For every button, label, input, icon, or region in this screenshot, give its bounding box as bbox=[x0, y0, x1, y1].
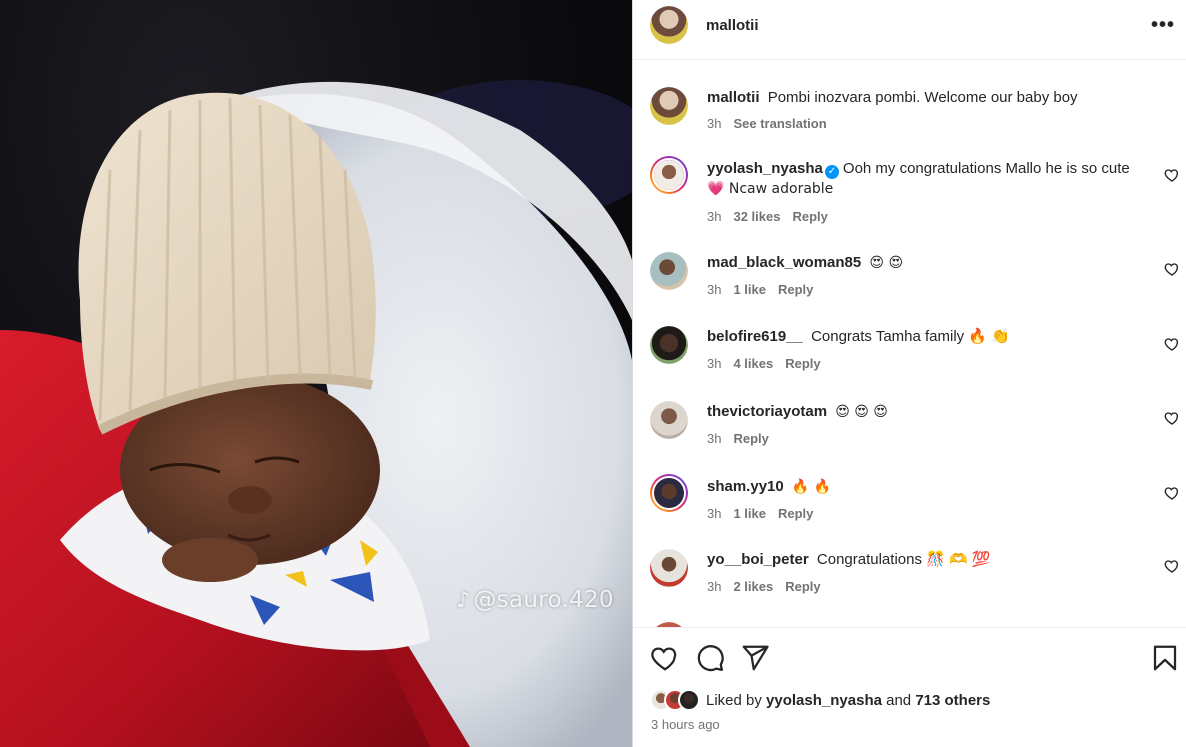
commenter-avatar[interactable] bbox=[650, 156, 688, 194]
comment-likes[interactable]: 4 likes bbox=[733, 356, 773, 371]
commenter-username[interactable]: thevictoriayotam bbox=[707, 403, 827, 420]
caption-text: Pombi inozvara pombi. Welcome our baby b… bbox=[767, 89, 1078, 106]
comment-text: 🔥 🔥 bbox=[791, 479, 832, 495]
caption-avatar[interactable] bbox=[650, 87, 688, 125]
liked-by-row: Liked by yyolash_nyasha and 713 others bbox=[650, 689, 990, 711]
more-options-icon[interactable]: ••• bbox=[1151, 14, 1175, 37]
post-timestamp[interactable]: 3 hours ago bbox=[651, 717, 720, 732]
caption-time: 3h bbox=[707, 116, 722, 131]
comment-text-block: thevictoriayotam 😍 😍 😍 bbox=[707, 402, 1147, 422]
author-username[interactable]: mallotii bbox=[706, 17, 759, 34]
commenter-username[interactable]: sham.yy10 bbox=[707, 478, 784, 495]
comment-text-block: belofire619__ Congrats Tamha family 🔥 👏 bbox=[707, 327, 1147, 347]
comment-likes[interactable]: 2 likes bbox=[733, 579, 773, 594]
comment-meta: 3h 4 likes Reply bbox=[707, 356, 821, 371]
liker-avatar[interactable] bbox=[678, 689, 700, 711]
comment-text: Congrats Tamha family 🔥 👏 bbox=[811, 328, 1010, 345]
comment-meta: 3h 2 likes Reply bbox=[707, 579, 821, 594]
comment-text-block: mad_black_woman85 😍 😍 bbox=[707, 253, 1147, 273]
comment-likes[interactable]: 1 like bbox=[733, 506, 766, 521]
comment-text: 😍 😍 bbox=[869, 255, 904, 271]
comment-time: 3h bbox=[707, 431, 722, 446]
comment-time: 3h bbox=[707, 209, 722, 224]
comment-time: 3h bbox=[707, 356, 722, 371]
liked-by-text: Liked by yyolash_nyasha and 713 others bbox=[706, 692, 990, 709]
reply-button[interactable]: Reply bbox=[792, 209, 827, 224]
comment-meta: 3h Reply bbox=[707, 431, 769, 446]
commenter-username[interactable]: mad_black_woman85 bbox=[707, 254, 861, 271]
commenter-avatar[interactable] bbox=[650, 252, 688, 290]
tiktok-watermark: ♪ @sauro.420 bbox=[456, 587, 614, 613]
post-header: mallotii ••• bbox=[633, 0, 1186, 60]
comment-like-heart-icon[interactable] bbox=[1164, 336, 1180, 352]
caption-text-block: mallotii Pombi inozvara pombi. Welcome o… bbox=[707, 88, 1147, 108]
reply-button[interactable]: Reply bbox=[733, 431, 768, 446]
liked-by-and: and bbox=[886, 691, 912, 709]
bookmark-icon[interactable] bbox=[1150, 643, 1180, 673]
comment-like-heart-icon[interactable] bbox=[1164, 410, 1180, 426]
reply-button[interactable]: Reply bbox=[785, 579, 820, 594]
commenter-username[interactable]: belofire619__ bbox=[707, 328, 803, 345]
commenter-username[interactable]: yo__boi_peter bbox=[707, 551, 809, 568]
caption-meta: 3h See translation bbox=[707, 116, 827, 131]
commenter-avatar[interactable] bbox=[650, 549, 688, 587]
comment-like-heart-icon[interactable] bbox=[1164, 485, 1180, 501]
caption-username[interactable]: mallotii bbox=[707, 89, 760, 106]
reply-button[interactable]: Reply bbox=[778, 282, 813, 297]
author-avatar[interactable] bbox=[650, 6, 688, 44]
post-panel: mallotii ••• mallotii Pombi inozvara pom… bbox=[632, 0, 1186, 747]
commenter-avatar[interactable] bbox=[650, 326, 688, 364]
comment-text-block: yyolash_nyasha ✓ Ooh my congratulations Ma… bbox=[707, 159, 1147, 199]
comment-like-heart-icon[interactable] bbox=[1164, 558, 1180, 574]
comment-time: 3h bbox=[707, 506, 722, 521]
liked-by-user[interactable]: yyolash_nyasha bbox=[766, 692, 882, 709]
reply-button[interactable]: Reply bbox=[778, 506, 813, 521]
comment-meta: 3h 1 like Reply bbox=[707, 282, 813, 297]
liked-by-others[interactable]: 713 others bbox=[915, 692, 990, 709]
comment-text-block: sham.yy10 🔥 🔥 bbox=[707, 477, 1147, 497]
commenter-avatar[interactable] bbox=[650, 474, 688, 512]
comment-likes[interactable]: 1 like bbox=[733, 282, 766, 297]
comment-like-heart-icon[interactable] bbox=[1164, 167, 1180, 183]
comment-text: Congratulations 🎊 🫶 💯 bbox=[816, 551, 991, 568]
comment-time: 3h bbox=[707, 282, 722, 297]
tiktok-icon: ♪ bbox=[456, 587, 471, 613]
commenter-username[interactable]: yyolash_nyasha bbox=[707, 160, 823, 177]
comment-time: 3h bbox=[707, 579, 722, 594]
liked-by-prefix: Liked by bbox=[706, 691, 762, 709]
see-translation-link[interactable]: See translation bbox=[733, 116, 826, 131]
commenter-avatar[interactable] bbox=[650, 401, 688, 439]
comment-meta: 3h 32 likes Reply bbox=[707, 209, 828, 224]
comment-likes[interactable]: 32 likes bbox=[733, 209, 780, 224]
reply-button[interactable]: Reply bbox=[785, 356, 820, 371]
baby-photo-illustration bbox=[0, 80, 632, 747]
comment-text: Ooh my congratulations Mallo he is so cu… bbox=[842, 160, 1130, 177]
comments-list[interactable]: mallotii Pombi inozvara pombi. Welcome o… bbox=[633, 60, 1186, 628]
post-photo[interactable]: ♪ @sauro.420 bbox=[0, 0, 632, 747]
watermark-handle: @sauro.420 bbox=[473, 587, 614, 613]
verified-badge-icon: ✓ bbox=[824, 165, 839, 179]
comment-text-line2: 💗 Ncaw adorable bbox=[707, 181, 834, 197]
send-icon[interactable] bbox=[740, 643, 770, 673]
heart-icon[interactable] bbox=[650, 643, 680, 673]
comment-icon[interactable] bbox=[695, 643, 725, 673]
comment-text: 😍 😍 😍 bbox=[835, 404, 888, 420]
comment-text-block: yo__boi_peter Congratulations 🎊 🫶 💯 bbox=[707, 550, 1147, 570]
comment-meta: 3h 1 like Reply bbox=[707, 506, 813, 521]
comment-like-heart-icon[interactable] bbox=[1164, 261, 1180, 277]
